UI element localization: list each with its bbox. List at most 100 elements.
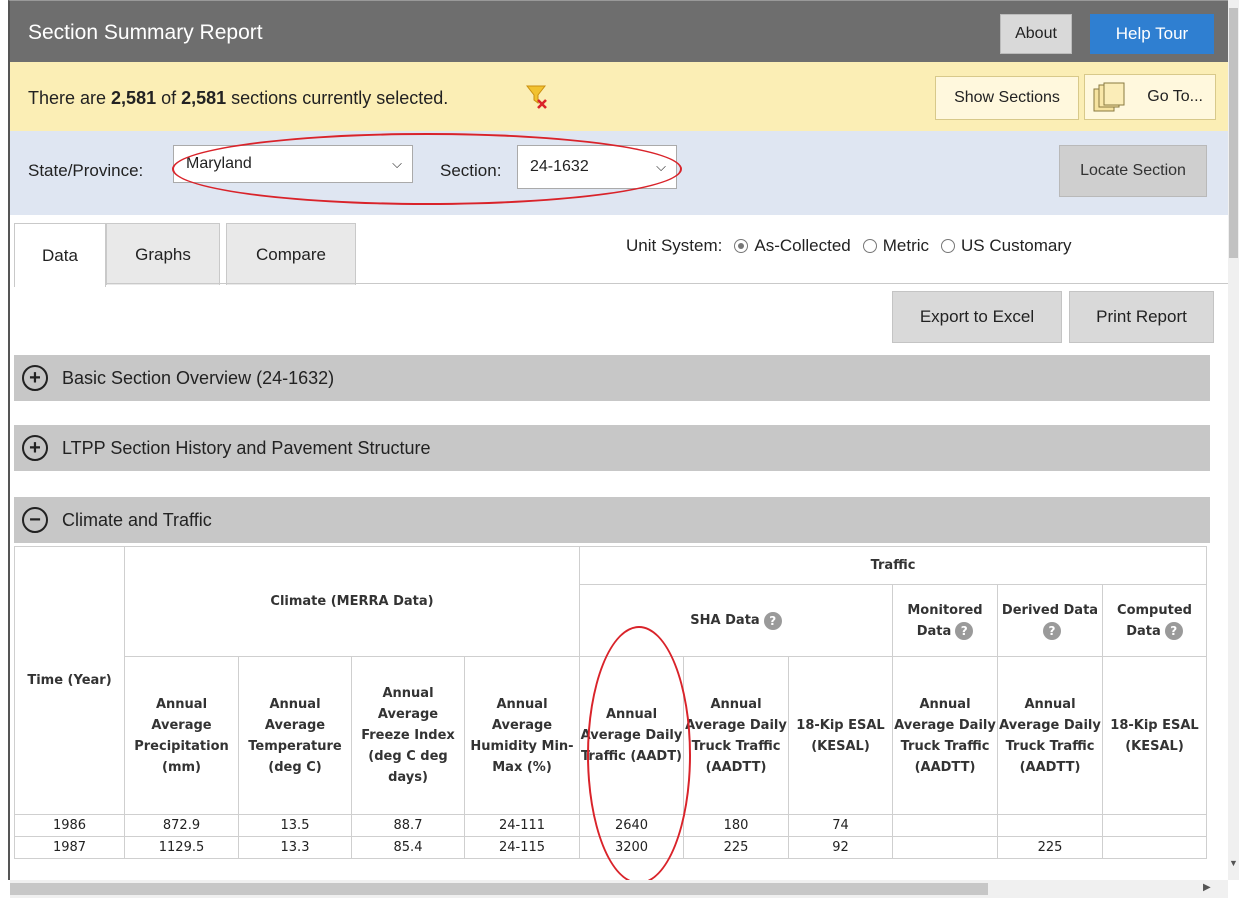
state-label: State/Province: — [28, 161, 144, 180]
print-report-button[interactable]: Print Report — [1069, 291, 1214, 343]
traffic-group-header: Traffic — [579, 546, 1207, 585]
radio-metric[interactable] — [862, 239, 877, 253]
table-row: 1986 872.9 13.5 88.7 24-111 2640 180 74 — [14, 814, 1207, 837]
chevron-down-icon: ⌵ — [656, 159, 666, 174]
sha-esal-cell: 74 — [788, 814, 893, 837]
freeze-cell: 88.7 — [351, 814, 465, 837]
selection-of: of — [156, 88, 182, 108]
humidity-header: Annual Average Humidity Min-Max (%) — [464, 656, 580, 815]
unit-option-as-collected[interactable]: As-Collected — [754, 236, 850, 256]
vertical-scrollbar[interactable]: ▼ — [1228, 0, 1239, 880]
freeze-cell: 85.4 — [351, 836, 465, 859]
help-tour-button[interactable]: Help Tour — [1090, 14, 1214, 54]
sha-aadtt-cell: 225 — [683, 836, 789, 859]
table-row: 1987 1129.5 13.3 85.4 24-115 3200 225 92… — [14, 836, 1207, 859]
tab-bar: Data Graphs Compare Unit System: As-Coll… — [10, 215, 1228, 287]
derived-aadtt-header: Annual Average Daily Truck Traffic (AADT… — [997, 656, 1103, 815]
aadt-cell: 3200 — [579, 836, 684, 859]
computed-esal-header: 18-Kip ESAL (KESAL) — [1102, 656, 1207, 815]
year-cell: 1987 — [14, 836, 125, 859]
tab-compare[interactable]: Compare — [226, 223, 356, 285]
selected-count: 2,581 — [111, 88, 157, 108]
horizontal-scrollbar[interactable]: ▶ — [10, 880, 1228, 898]
monitored-data-header: Monitored Data? — [892, 584, 998, 657]
climate-group-header: Climate (MERRA Data) — [124, 546, 580, 657]
scroll-right-icon[interactable]: ▶ — [1203, 882, 1211, 893]
section-history-label: LTPP Section History and Pavement Struct… — [62, 437, 431, 458]
climate-traffic-table: Time (Year) Climate (MERRA Data) Traffic… — [14, 546, 1207, 859]
precip-cell: 1129.5 — [124, 836, 239, 859]
help-icon[interactable]: ? — [1164, 622, 1183, 640]
help-icon[interactable]: ? — [763, 611, 782, 630]
monitored-aadtt-cell — [892, 836, 998, 859]
unit-system-label: Unit System: — [626, 236, 723, 255]
section-climate-traffic-label: Climate and Traffic — [62, 509, 212, 530]
state-select[interactable]: Maryland ⌵ — [173, 145, 413, 183]
scroll-down-icon[interactable]: ▼ — [1228, 858, 1239, 868]
sha-aadtt-header: Annual Average Daily Truck Traffic (AADT… — [683, 656, 789, 815]
export-excel-button[interactable]: Export to Excel — [892, 291, 1062, 343]
unit-option-metric[interactable]: Metric — [883, 236, 929, 256]
temp-cell: 13.3 — [238, 836, 352, 859]
tab-graphs[interactable]: Graphs — [106, 223, 220, 285]
derived-aadtt-cell: 225 — [997, 836, 1103, 859]
expand-icon: + — [22, 435, 48, 461]
locate-section-button[interactable]: Locate Section — [1059, 145, 1207, 197]
section-select[interactable]: 24-1632 ⌵ — [517, 145, 677, 189]
sha-esal-header: 18-Kip ESAL (KESAL) — [788, 656, 893, 815]
sha-aadtt-cell: 180 — [683, 814, 789, 837]
tab-data[interactable]: Data — [14, 223, 106, 287]
computed-esal-cell — [1102, 836, 1207, 859]
collapse-icon: − — [22, 507, 48, 533]
section-filter-bar: State/Province: Maryland ⌵ Section: 24-1… — [10, 131, 1228, 215]
report-window: Section Summary Report About Help Tour T… — [8, 0, 1228, 880]
help-icon[interactable]: ? — [955, 622, 974, 640]
state-value: Maryland — [186, 155, 252, 172]
temp-cell: 13.5 — [238, 814, 352, 837]
section-basic-overview[interactable]: + Basic Section Overview (24-1632) — [14, 355, 1210, 401]
computed-esal-cell — [1102, 814, 1207, 837]
selection-message: There are 2,581 of 2,581 sections curren… — [28, 88, 448, 109]
section-history[interactable]: + LTPP Section History and Pavement Stru… — [14, 425, 1210, 471]
derived-data-label: Derived Data — [1001, 602, 1099, 618]
go-to-button[interactable]: Go To... — [1084, 74, 1216, 120]
sha-data-header: SHA Data? — [579, 584, 893, 657]
help-icon[interactable]: ? — [1043, 622, 1061, 640]
about-button[interactable]: About — [1000, 14, 1072, 54]
sha-data-label: SHA Data — [690, 613, 760, 628]
time-year-header: Time (Year) — [14, 546, 125, 815]
selection-prefix: There are — [28, 88, 112, 108]
title-bar: Section Summary Report About Help Tour — [10, 1, 1228, 62]
vertical-scroll-thumb[interactable] — [1229, 8, 1238, 258]
section-label: Section: — [440, 161, 502, 180]
selection-banner: There are 2,581 of 2,581 sections curren… — [10, 62, 1228, 131]
humidity-cell: 24-111 — [464, 814, 580, 837]
total-count: 2,581 — [181, 88, 227, 108]
aadt-header: Annual Average Daily Traffic (AADT) — [579, 656, 684, 815]
precip-cell: 872.9 — [124, 814, 239, 837]
unit-system: Unit System: As-Collected Metric US Cust… — [626, 236, 1072, 256]
clear-filter-icon[interactable] — [526, 84, 548, 110]
derived-data-header: Derived Data? — [997, 584, 1103, 657]
selection-suffix: sections currently selected. — [226, 88, 449, 108]
radio-us-customary[interactable] — [941, 239, 956, 253]
show-sections-button[interactable]: Show Sections — [935, 76, 1079, 120]
page-title: Section Summary Report — [28, 21, 263, 44]
computed-data-header: Computed Data? — [1102, 584, 1207, 657]
section-climate-traffic[interactable]: − Climate and Traffic — [14, 497, 1210, 543]
pages-icon — [1093, 82, 1125, 112]
unit-option-us-customary[interactable]: US Customary — [961, 236, 1072, 256]
chevron-down-icon: ⌵ — [392, 156, 402, 171]
humidity-cell: 24-115 — [464, 836, 580, 859]
tab-divider — [106, 283, 1228, 284]
radio-as-collected[interactable] — [734, 239, 749, 253]
go-to-label: Go To... — [1147, 88, 1203, 105]
monitored-aadtt-cell — [892, 814, 998, 837]
aadt-cell: 2640 — [579, 814, 684, 837]
precip-header: Annual Average Precipitation (mm) — [124, 656, 239, 815]
sha-esal-cell: 92 — [788, 836, 893, 859]
derived-aadtt-cell — [997, 814, 1103, 837]
temp-header: Annual Average Temperature (deg C) — [238, 656, 352, 815]
year-cell: 1986 — [14, 814, 125, 837]
horizontal-scroll-thumb[interactable] — [10, 883, 988, 895]
